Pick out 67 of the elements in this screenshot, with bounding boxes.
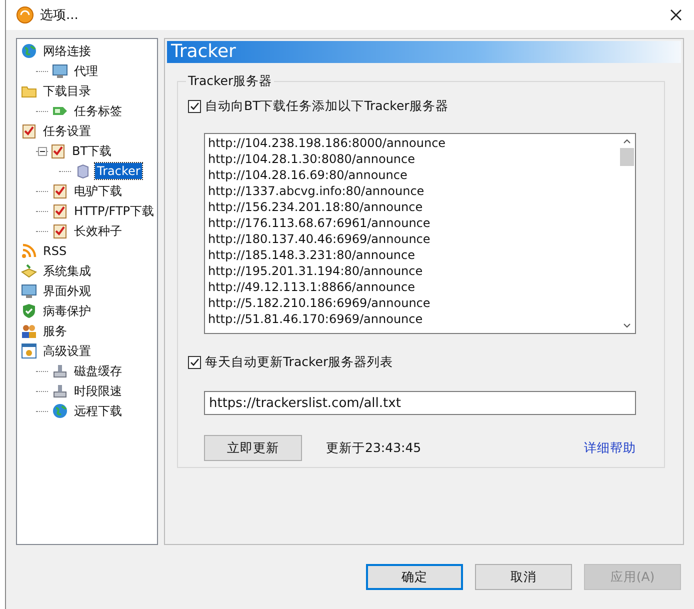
tree-item[interactable]: Tracker <box>95 163 142 179</box>
tracker-url: http://51.81.46.170:6969/announce <box>208 311 424 327</box>
tree-item[interactable]: 电驴下载 <box>72 182 124 200</box>
tree-item[interactable]: 任务设置 <box>41 122 93 140</box>
url-field[interactable]: https://trackerslist.com/all.txt <box>204 391 636 415</box>
tracker-url: http://104.238.198.186:8000/announce <box>208 135 447 151</box>
tree-item[interactable]: 任务标签 <box>72 102 124 120</box>
tree-item[interactable]: 时段限速 <box>72 382 124 400</box>
disk-icon <box>52 383 68 399</box>
globe-icon <box>21 43 37 59</box>
tracker-url: http://185.148.3.231:80/announce <box>208 247 416 263</box>
window-icon <box>21 343 37 359</box>
checkbox-label: 自动向BT下载任务添加以下Tracker服务器 <box>205 98 448 115</box>
tracker-url: http://180.137.40.46:6969/announce <box>208 231 432 247</box>
dialog-button[interactable]: 取消 <box>475 564 572 590</box>
clipboard-icon <box>52 203 68 219</box>
monitor-icon <box>52 63 68 79</box>
scroll-thumb[interactable] <box>620 148 634 166</box>
tracker-url: http://49.12.113.1:8866/announce <box>208 279 416 295</box>
tree-item[interactable]: 长效种子 <box>72 222 124 240</box>
tracker-url: http://195.201.31.194:80/announce <box>208 263 424 279</box>
rss-icon <box>21 243 37 259</box>
expander-icon[interactable] <box>38 146 47 156</box>
tree-item[interactable]: 界面外观 <box>41 282 93 300</box>
window-title: 选项... <box>40 7 78 24</box>
scroll-up-icon[interactable] <box>623 139 631 144</box>
shield-icon <box>21 303 37 319</box>
clipboard-icon <box>52 183 68 199</box>
globe-icon <box>52 403 68 419</box>
app-icon <box>16 6 34 24</box>
scroll-down-icon[interactable] <box>623 323 631 328</box>
disk-icon <box>52 363 68 379</box>
tracker-url: http://1337.abcvg.info:80/announce <box>208 183 426 199</box>
update-now-button[interactable]: 立即更新 <box>204 435 302 461</box>
tree-item[interactable]: 远程下载 <box>72 402 124 420</box>
tree-item[interactable]: 高级设置 <box>41 342 93 360</box>
tracker-url: http://5.182.210.186:6969/announce <box>208 295 432 311</box>
tree-item[interactable]: 系统集成 <box>41 262 93 280</box>
updated-time: 更新于23:43:45 <box>326 440 422 456</box>
clipboard-icon <box>21 123 37 139</box>
clipboard-icon <box>50 143 66 159</box>
tracker-url: http://176.113.68.67:6961/announce <box>208 215 432 231</box>
tracker-url: http://104.28.16.69:80/announce <box>208 167 408 183</box>
clipboard-icon <box>52 223 68 239</box>
tracker-url: http://156.234.201.18:80/announce <box>208 199 424 215</box>
people-icon <box>21 323 37 339</box>
panel-header: Tracker <box>167 41 681 63</box>
tree-item[interactable]: 病毒保护 <box>41 302 93 320</box>
tree-item[interactable]: 磁盘缓存 <box>72 362 124 380</box>
dialog-button[interactable]: 确定 <box>366 564 463 590</box>
tracker-url: http://104.28.1.30:8080/announce <box>208 151 416 167</box>
cube-icon <box>75 163 91 179</box>
tree-item[interactable]: 网络连接 <box>41 42 93 60</box>
tree-item[interactable]: 服务 <box>41 322 69 340</box>
close-icon[interactable] <box>670 9 682 21</box>
help-link[interactable]: 详细帮助 <box>584 440 636 456</box>
tree-item[interactable]: 代理 <box>72 62 100 80</box>
checkbox[interactable] <box>188 356 201 369</box>
tree-item[interactable]: BT下载 <box>70 142 114 160</box>
tracker-list-field[interactable] <box>204 133 636 334</box>
group-title: Tracker服务器 <box>187 73 274 90</box>
monitor-icon <box>21 283 37 299</box>
checkbox-label: 每天自动更新Tracker服务器列表 <box>205 354 394 371</box>
tree-item[interactable]: 下载目录 <box>41 82 93 100</box>
tree-item[interactable]: HTTP/FTP下载 <box>72 202 156 220</box>
checkbox[interactable] <box>188 100 201 113</box>
tree-item[interactable]: RSS <box>41 243 69 259</box>
